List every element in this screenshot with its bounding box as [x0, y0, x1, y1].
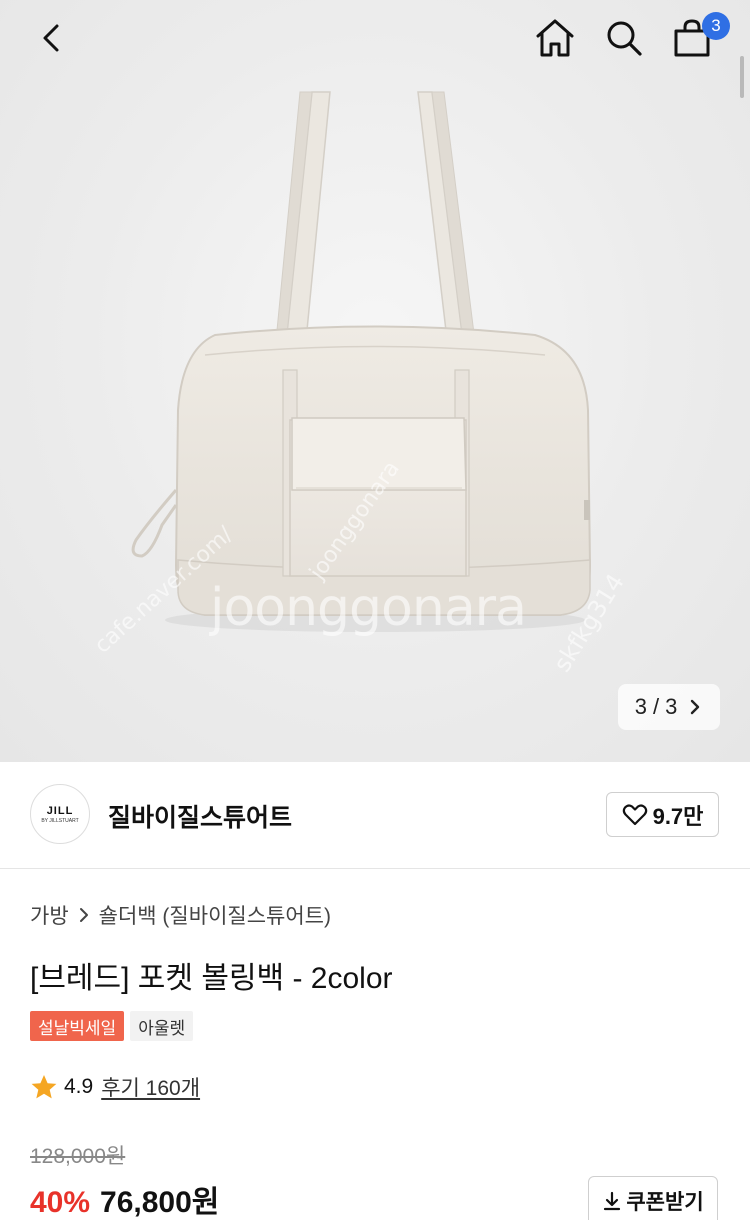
home-icon — [536, 19, 574, 57]
like-count: 9.7만 — [652, 803, 704, 829]
search-button[interactable] — [594, 8, 654, 68]
discount-rate: 40% — [30, 1186, 91, 1219]
sale-price: 76,800원 — [100, 1186, 220, 1219]
download-icon — [604, 1191, 621, 1211]
brand-logo[interactable]: JILL BY JILLSTUART — [30, 784, 90, 844]
sale-badge: 설날빅세일 — [30, 1011, 125, 1041]
brand-row: JILL BY JILLSTUART 질바이질스튜어트 9.7만 — [0, 762, 750, 869]
review-link[interactable]: 후기 160개 — [101, 1072, 200, 1102]
cart-button[interactable]: 3 — [662, 8, 730, 68]
top-bar: 3 — [0, 0, 750, 80]
breadcrumb: 가방 숄더백 (질바이질스튜어트) — [30, 900, 331, 930]
brand-logo-text: JILL — [46, 804, 74, 817]
chevron-left-icon — [43, 24, 59, 52]
rating-row: 4.9 후기 160개 — [30, 1072, 200, 1102]
cart-count-badge: 3 — [702, 12, 730, 40]
breadcrumb-subcategory[interactable]: 숄더백 (질바이질스튜어트) — [99, 900, 331, 930]
product-badges: 설날빅세일 아울렛 — [30, 1011, 194, 1041]
price-row: 40% 76,800원 — [30, 1177, 219, 1220]
coupon-label: 쿠폰받기 — [626, 1191, 704, 1214]
brand-name[interactable]: 질바이질스튜어트 — [108, 798, 292, 834]
product-title: [브레드] 포켓 볼링백 - 2color — [30, 962, 393, 995]
search-icon — [607, 21, 642, 56]
chevron-right-icon — [79, 908, 88, 922]
watermark: joonggonara — [210, 578, 527, 638]
home-button[interactable] — [525, 8, 585, 68]
star-icon — [31, 1075, 57, 1099]
counter-separator: / — [652, 694, 660, 719]
breadcrumb-category[interactable]: 가방 — [30, 900, 69, 930]
scrollbar[interactable] — [740, 56, 744, 98]
original-price: 128,000원 — [30, 1145, 126, 1168]
brand-logo-subtext: BY JILLSTUART — [41, 817, 79, 824]
outlet-badge: 아울렛 — [130, 1011, 194, 1041]
like-button[interactable]: 9.7만 — [606, 792, 719, 837]
chevron-right-icon — [691, 699, 700, 715]
total-image-count: 3 — [665, 694, 678, 719]
product-image-gallery[interactable]: joonggonara cafe.naver.com/ joonggonara … — [0, 0, 750, 762]
back-button[interactable] — [22, 8, 82, 68]
current-image-index: 3 — [634, 694, 647, 719]
image-counter[interactable]: 3 / 3 — [618, 684, 720, 730]
rating-score: 4.9 — [64, 1075, 94, 1098]
heart-icon — [622, 803, 647, 825]
coupon-button[interactable]: 쿠폰받기 — [588, 1176, 718, 1220]
